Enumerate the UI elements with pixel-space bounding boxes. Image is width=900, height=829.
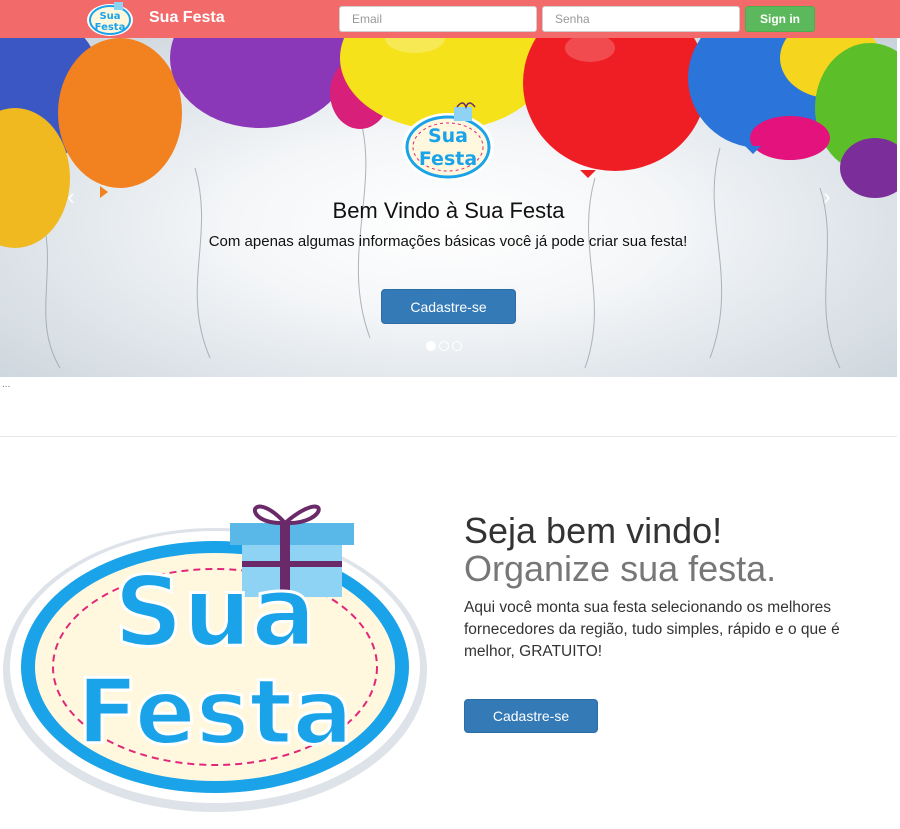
carousel-indicators [426, 341, 465, 351]
hero-title: Bem Vindo à Sua Festa [332, 198, 565, 223]
password-input[interactable] [542, 6, 740, 32]
nav-logo-text-2: Festa [95, 22, 126, 33]
nav-logo-text-1: Sua [99, 11, 120, 22]
carousel-prev-icon[interactable]: ‹ [56, 184, 86, 209]
carousel-logo-text-2: Festa [419, 148, 477, 170]
carousel-indicator-1[interactable] [426, 341, 436, 351]
feature-heading-line2: Organize sua festa. [464, 548, 777, 589]
ellipsis-text: ... [2, 379, 11, 390]
email-input[interactable] [339, 6, 537, 32]
feature-description: Aqui você monta sua festa selecionando o… [464, 599, 840, 660]
hero-carousel: Sua Festa Bem Vindo à Sua Festa Com apen… [0, 38, 897, 377]
hero-subtitle: Com apenas algumas informações básicas v… [208, 233, 688, 250]
sign-in-button[interactable]: Sign in [745, 6, 815, 32]
feature-heading-line1: Seja bem vindo! [464, 510, 723, 551]
sua-festa-logo[interactable]: Sua Festa [84, 1, 136, 37]
brand-name[interactable]: Sua Festa [149, 9, 225, 27]
large-logo-text-2: Festa [77, 660, 353, 765]
carousel-indicator-2[interactable] [439, 341, 449, 351]
large-logo-text-1: Sua [114, 556, 316, 668]
sua-festa-large-logo: Sua Festa [3, 504, 427, 812]
feature-signup-button[interactable]: Cadastre-se [464, 699, 598, 733]
feature-heading: Seja bem vindo! Organize sua festa. [464, 512, 894, 588]
section-divider [0, 436, 897, 437]
carousel-next-icon[interactable]: › [812, 184, 842, 209]
carousel-logo: Sua Festa [402, 102, 494, 181]
carousel-indicator-3[interactable] [452, 341, 462, 351]
navbar: Sua Festa Sua Festa Sign in [0, 0, 900, 38]
hero-signup-button[interactable]: Cadastre-se [381, 289, 516, 324]
carousel-logo-text-1: Sua [428, 125, 468, 147]
